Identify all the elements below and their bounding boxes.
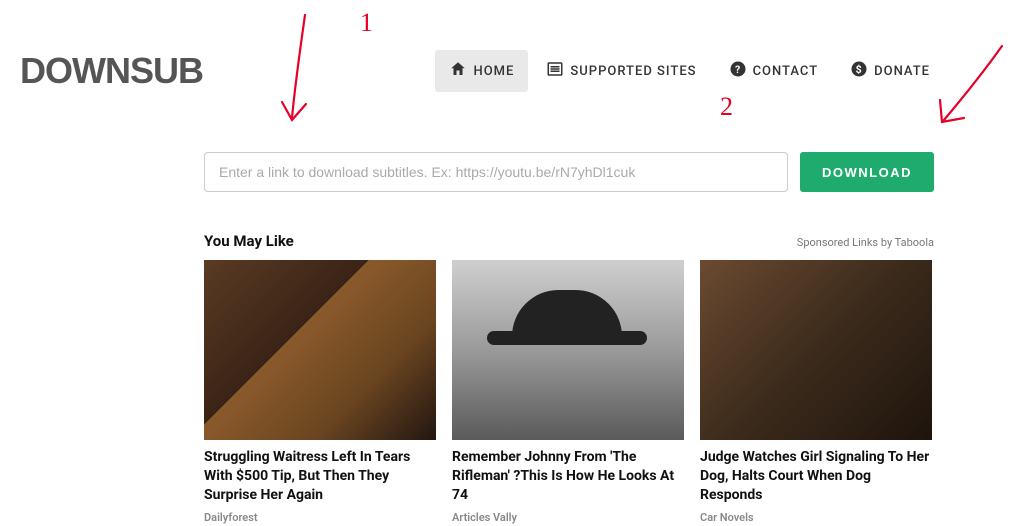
question-icon: ? [729,60,747,82]
nav-donate[interactable]: $ DONATE [836,50,944,92]
nav-contact[interactable]: ? CONTACT [715,50,833,92]
svg-text:?: ? [735,63,741,76]
ad-source: Car Novels [700,511,932,524]
main-nav: HOME SUPPORTED SITES ? CONTACT $ DONATE [435,50,944,92]
nav-donate-label: DONATE [874,64,930,79]
download-button[interactable]: DOWNLOAD [800,152,934,192]
list-icon [546,60,564,82]
url-input[interactable] [204,152,788,192]
ad-card[interactable]: Remember Johnny From 'The Rifleman' ?Thi… [452,260,684,524]
ad-source: Articles Vally [452,511,684,524]
logo-text: DOWNSUB [20,50,203,92]
ad-title: Remember Johnny From 'The Rifleman' ?Thi… [452,448,684,505]
svg-text:$: $ [856,63,863,76]
nav-contact-label: CONTACT [753,64,819,79]
site-logo[interactable]: DOWNSUB [20,50,203,92]
ad-thumbnail [700,260,932,440]
dollar-icon: $ [850,60,868,82]
nav-supported-sites[interactable]: SUPPORTED SITES [532,50,710,92]
sponsored-section: You May Like Sponsored Links by Taboola … [204,232,934,524]
nav-home-label: HOME [473,64,514,79]
home-icon [449,60,467,82]
ad-title: Struggling Waitress Left In Tears With $… [204,448,436,505]
ad-source: Dailyforest [204,511,436,524]
ad-card[interactable]: Struggling Waitress Left In Tears With $… [204,260,436,524]
ad-card[interactable]: Judge Watches Girl Signaling To Her Dog,… [700,260,932,524]
ad-title: Judge Watches Girl Signaling To Her Dog,… [700,448,932,505]
ads-sponsor-link[interactable]: Sponsored Links by Taboola [797,236,934,249]
ad-thumbnail [204,260,436,440]
download-form: DOWNLOAD [204,152,934,192]
ads-heading: You May Like [204,232,294,250]
ad-thumbnail [452,260,684,440]
nav-supported-label: SUPPORTED SITES [570,64,696,79]
nav-home[interactable]: HOME [435,50,528,92]
